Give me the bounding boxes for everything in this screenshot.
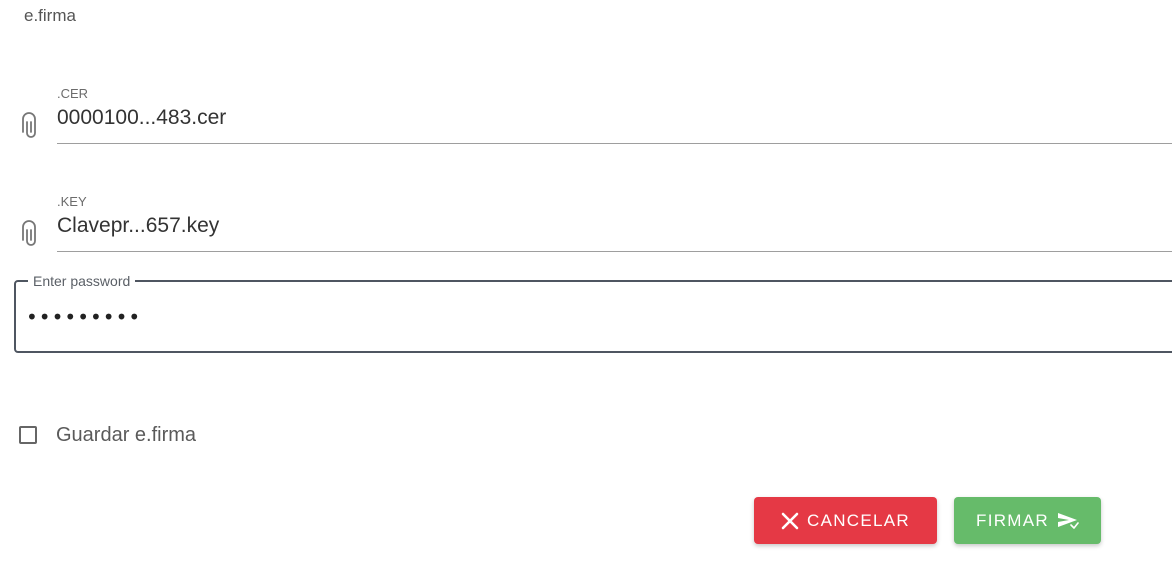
password-field-label: Enter password	[28, 272, 136, 290]
cancel-button[interactable]: CANCELAR	[754, 497, 937, 544]
paperclip-icon[interactable]	[20, 112, 42, 142]
key-file-field[interactable]: .KEY Clavepr...657.key	[18, 194, 1172, 254]
save-efirma-checkbox[interactable]	[19, 426, 37, 444]
paperclip-icon[interactable]	[20, 220, 42, 250]
close-icon	[781, 512, 799, 530]
key-field-value[interactable]: Clavepr...657.key	[57, 214, 219, 238]
sign-button[interactable]: FIRMAR	[954, 497, 1101, 544]
key-field-label: .KEY	[57, 194, 87, 209]
sign-button-label: FIRMAR	[976, 510, 1049, 530]
password-field[interactable]: Enter password	[14, 272, 1172, 353]
cer-field-label: .CER	[57, 86, 89, 101]
cer-field-underline	[57, 143, 1172, 144]
send-icon	[1057, 512, 1079, 530]
cer-field-value[interactable]: 0000100...483.cer	[57, 106, 226, 130]
efirma-form: e.firma .CER 0000100...483.cer .KEY Clav…	[0, 0, 1172, 570]
key-field-underline	[57, 251, 1172, 252]
password-input[interactable]	[26, 300, 626, 334]
save-efirma-label[interactable]: Guardar e.firma	[56, 424, 196, 447]
cer-file-field[interactable]: .CER 0000100...483.cer	[18, 86, 1172, 146]
section-title: e.firma	[24, 6, 76, 25]
cancel-button-label: CANCELAR	[807, 510, 910, 530]
